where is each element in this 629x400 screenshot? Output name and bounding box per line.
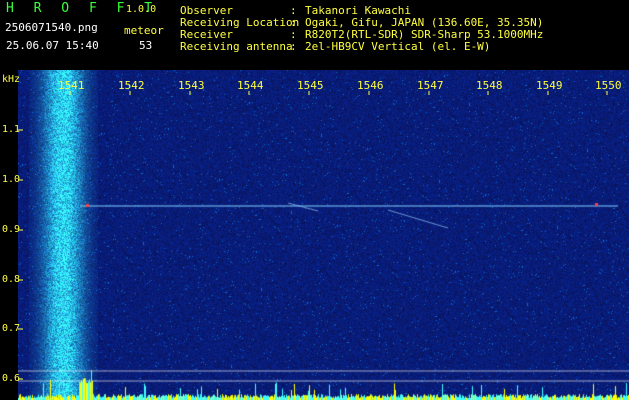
- x-tick-label: 1548: [476, 79, 503, 92]
- count-value: 53: [139, 39, 153, 52]
- spectrogram: [18, 70, 629, 400]
- x-tick-label: 1544: [237, 79, 264, 92]
- x-tick-label: 1541: [58, 79, 85, 92]
- y-tick-label: 0.9: [2, 224, 21, 235]
- x-tick-label: 1543: [178, 79, 205, 92]
- filename-label: 2506071540.png: [5, 21, 98, 34]
- y-tick-label: 0.8: [2, 274, 21, 285]
- y-tick-label: 1.0: [2, 174, 21, 185]
- y-tick-label: 0.6: [2, 373, 21, 384]
- y-tick-label: 1.1: [2, 124, 21, 135]
- x-tick-label: 1542: [118, 79, 145, 92]
- count-label: meteor: [124, 24, 164, 37]
- field-antenna-sep: :: [290, 40, 297, 53]
- app-version: 1.0.0: [126, 4, 157, 15]
- x-tick-label: 1550: [595, 79, 622, 92]
- x-tick-label: 1547: [417, 79, 444, 92]
- header-panel: H R O F F T 1.0.0 2506071540.png 25.06.0…: [0, 0, 629, 70]
- y-axis-unit: kHz: [2, 74, 21, 85]
- field-antenna-value: 2el-HB9CV Vertical (el. E-W): [305, 40, 491, 53]
- x-tick-label: 1549: [536, 79, 563, 92]
- x-tick-label: 1545: [297, 79, 324, 92]
- field-antenna-label: Receiving antenna: [180, 40, 293, 53]
- x-tick-label: 1546: [357, 79, 384, 92]
- datetime-label: 25.06.07 15:40: [6, 39, 99, 52]
- y-tick-label: 0.7: [2, 323, 21, 334]
